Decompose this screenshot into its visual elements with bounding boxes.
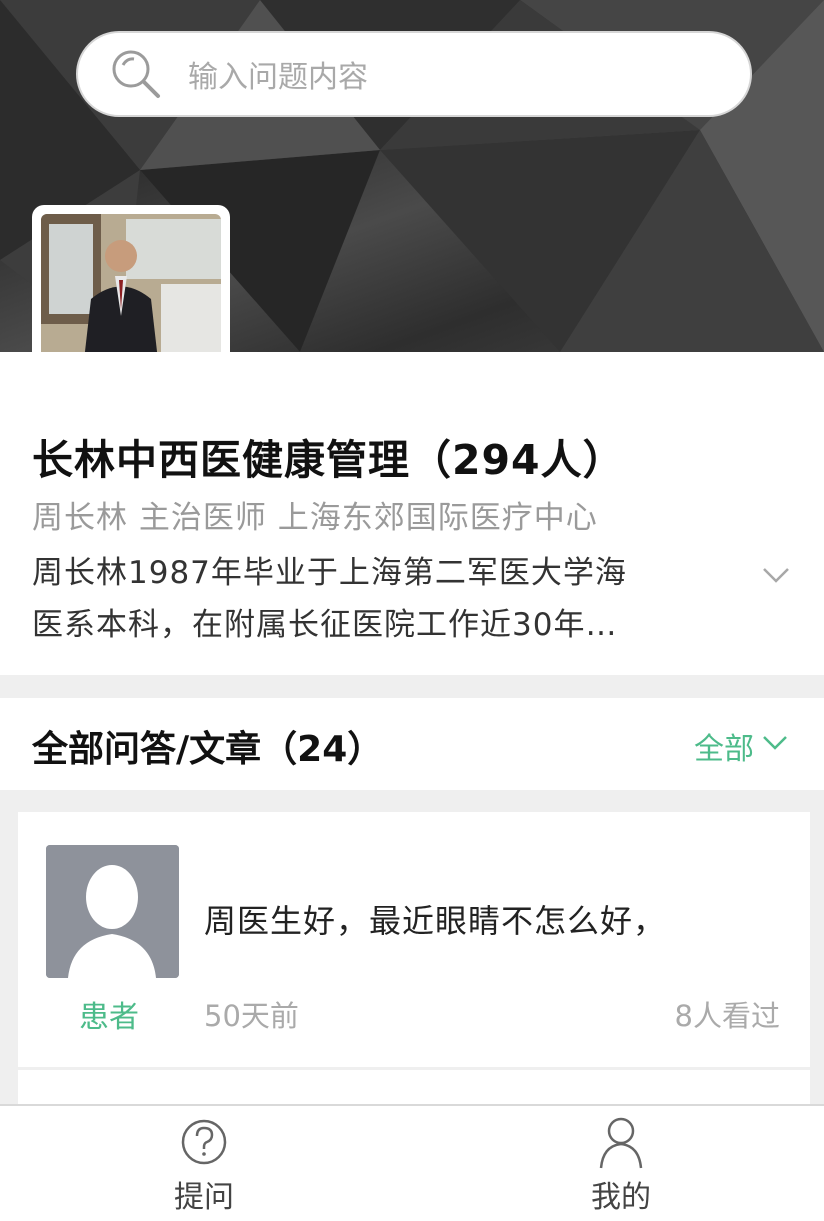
search-bar[interactable]: 输入问题内容 xyxy=(76,31,752,117)
tab-label: 提问 xyxy=(174,1180,234,1215)
filter-label: 全部 xyxy=(694,732,754,767)
page-title: 长林中西医健康管理（294人） xyxy=(32,436,625,484)
list-item[interactable]: 患者 周医生好，最近眼睛不怎么好， 50天前 8人看过 xyxy=(18,812,810,1067)
bio-line: 周长林1987年毕业于上海第二军医大学海 xyxy=(32,555,627,591)
section-heading: 全部问答/文章（24） xyxy=(32,729,384,770)
chevron-down-icon xyxy=(760,727,790,765)
question-text: 周医生好，最近眼睛不怎么好， xyxy=(204,902,667,940)
profile-info: 长林中西医健康管理（294人） 周长林 主治医师 上海东郊国际医疗中心 周长林1… xyxy=(0,352,824,675)
qa-section-header: 全部问答/文章（24） 全部 xyxy=(0,698,824,790)
view-count: 8人看过 xyxy=(674,999,780,1033)
patient-avatar xyxy=(46,845,179,978)
tab-label: 我的 xyxy=(591,1180,651,1215)
tab-ask[interactable]: 提问 xyxy=(104,1114,304,1216)
search-placeholder: 输入问题内容 xyxy=(188,60,368,95)
doctor-bio[interactable]: 周长林1987年毕业于上海第二军医大学海 医系本科，在附属长征医院工作近30年… xyxy=(32,547,732,651)
author-role: 患者 xyxy=(79,1000,139,1035)
chevron-down-icon[interactable] xyxy=(758,557,794,593)
question-circle-icon xyxy=(104,1114,304,1170)
search-icon xyxy=(106,44,166,104)
bio-line: 医系本科，在附属长征医院工作近30年… xyxy=(32,607,618,643)
doctor-subtitle: 周长林 主治医师 上海东郊国际医疗中心 xyxy=(32,500,598,536)
bottom-tab-bar: 提问 我的 xyxy=(0,1104,824,1221)
user-silhouette-icon xyxy=(46,845,179,978)
user-icon xyxy=(521,1114,721,1170)
filter-dropdown[interactable]: 全部 xyxy=(694,724,790,768)
tab-mine[interactable]: 我的 xyxy=(521,1114,721,1216)
post-time: 50天前 xyxy=(204,999,299,1033)
